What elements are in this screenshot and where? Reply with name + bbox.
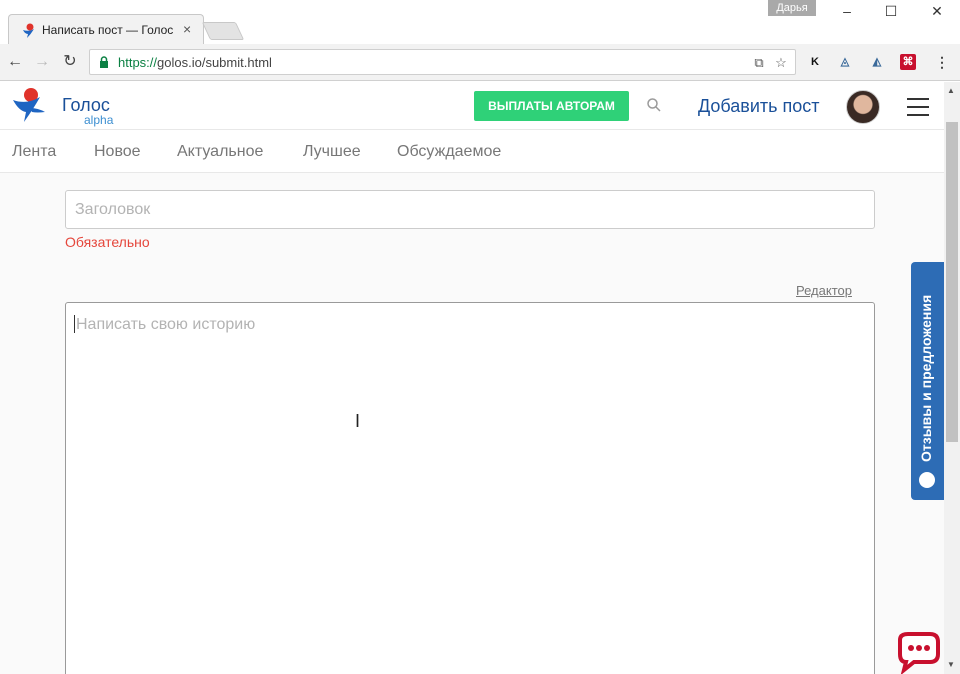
subnav-item-trending[interactable]: Актуальное [177, 143, 263, 161]
back-icon[interactable]: ← [6, 53, 24, 71]
feed-subnav: Лента Новое Актуальное Лучшее Обсуждаемо… [0, 130, 944, 173]
brand-sub: alpha [84, 113, 114, 127]
profile-badge[interactable]: Дарья [768, 0, 816, 16]
lock-icon [100, 56, 108, 68]
chat-bubble-icon[interactable] [894, 630, 944, 674]
ibeam-cursor-icon: Ι [355, 411, 361, 431]
subnav-item-best[interactable]: Лучшее [303, 143, 361, 161]
close-window-icon[interactable]: ✕ [914, 0, 960, 22]
title-input[interactable] [65, 190, 875, 229]
story-textarea[interactable]: Написать свою историю Ι [65, 302, 875, 674]
golos-favicon-icon [23, 23, 34, 38]
new-tab-button[interactable] [201, 22, 245, 40]
extension-bell-icon[interactable]: ◭ [868, 53, 886, 71]
minimize-icon[interactable]: – [824, 0, 870, 22]
url-text: https://golos.io/submit.html [118, 55, 272, 70]
hamburger-menu-icon[interactable] [907, 98, 929, 116]
payout-authors-button[interactable]: ВЫПЛАТЫ АВТОРАМ [474, 91, 629, 121]
reload-icon[interactable]: ↻ [61, 53, 79, 71]
title-required-error: Обязательно [65, 234, 150, 250]
feedback-tab[interactable]: Отзывы и предложения [911, 262, 944, 500]
browser-menu-icon[interactable]: ⋮ [933, 53, 951, 71]
scroll-thumb[interactable] [946, 122, 958, 442]
subnav-item-feed[interactable]: Лента [12, 143, 56, 161]
url-path: golos.io/submit.html [157, 55, 272, 70]
bookmark-star-icon[interactable]: ☆ [773, 55, 789, 71]
subnav-item-new[interactable]: Новое [94, 143, 141, 161]
scroll-up-icon[interactable]: ▲ [947, 86, 955, 95]
golos-logo-icon[interactable] [10, 86, 48, 124]
extension-k-icon[interactable]: K [806, 53, 824, 71]
browser-tab-active[interactable]: Написать пост — Голос × [8, 14, 204, 44]
extension-pdf-icon[interactable]: ⌘ [900, 54, 916, 70]
search-icon[interactable] [647, 98, 661, 112]
site-header: Голос alpha ВЫПЛАТЫ АВТОРАМ Добавить пос… [0, 82, 944, 130]
subnav-item-discussed[interactable]: Обсуждаемое [397, 143, 501, 161]
feedback-label: Отзывы и предложения [918, 294, 934, 462]
page: Голос alpha ВЫПЛАТЫ АВТОРАМ Добавить пос… [0, 82, 944, 674]
tab-close-icon[interactable]: × [183, 21, 191, 37]
extension-triangle-icon[interactable]: ◬ [836, 53, 854, 71]
add-post-link[interactable]: Добавить пост [698, 96, 820, 117]
translate-icon[interactable]: ⧉ [751, 55, 767, 71]
url-scheme: https:// [118, 55, 158, 70]
scroll-down-icon[interactable]: ▼ [947, 660, 955, 669]
browser-tabbar: Написать пост — Голос × Дарья – ☐ ✕ [0, 0, 960, 44]
avatar[interactable] [846, 90, 880, 124]
submit-form: Обязательно Редактор Написать свою истор… [0, 173, 944, 674]
feedback-chat-icon [919, 472, 935, 488]
story-placeholder: Написать свою историю [76, 316, 256, 333]
maximize-icon[interactable]: ☐ [868, 0, 914, 22]
page-scrollbar[interactable]: ▲ ▼ [944, 82, 960, 674]
address-bar[interactable]: https://golos.io/submit.html ⧉ ☆ [89, 49, 796, 75]
forward-icon[interactable]: → [33, 53, 51, 71]
browser-toolbar: ← → ↻ https://golos.io/submit.html ⧉ ☆ K… [0, 44, 960, 81]
editor-toggle-link[interactable]: Редактор [796, 283, 852, 298]
text-caret [74, 315, 75, 333]
tab-title: Написать пост — Голос [42, 23, 174, 37]
